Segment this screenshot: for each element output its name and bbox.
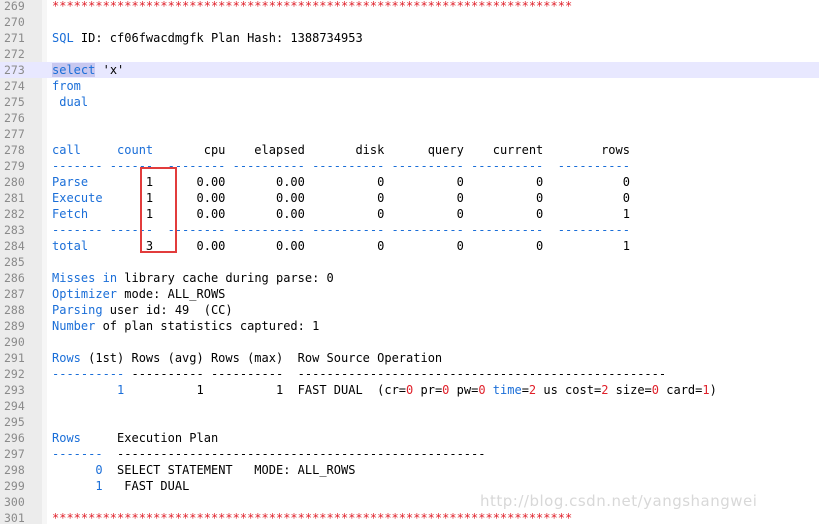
line-number: 289 — [4, 319, 25, 333]
code-line[interactable]: 280 Parse 1 0.00 0.00 0 0 0 0 — [0, 174, 819, 190]
plan-stats-line: Number of plan statistics captured: 1 — [52, 319, 320, 333]
line-number: 283 — [4, 223, 25, 237]
code-line[interactable]: 288 Parsing user id: 49 (CC) — [0, 302, 819, 318]
exec-plan-header: Rows Execution Plan — [52, 431, 219, 445]
separator-line: ****************************************… — [52, 0, 573, 13]
line-number: 270 — [4, 15, 25, 29]
code-line[interactable]: 270 — [0, 14, 819, 30]
exec-plan-row: 1 FAST DUAL — [95, 479, 190, 493]
line-number: 300 — [4, 495, 25, 509]
code-line[interactable]: 286 Misses in library cache during parse… — [0, 270, 819, 286]
code-line[interactable]: 290 — [0, 334, 819, 350]
line-number: 282 — [4, 207, 25, 221]
row-source-header: Rows (1st) Rows (avg) Rows (max) Row Sou… — [52, 351, 443, 365]
line-number: 277 — [4, 127, 25, 141]
line-number: 280 — [4, 175, 25, 189]
line-number: 286 — [4, 271, 25, 285]
code-line[interactable]: 285 — [0, 254, 819, 270]
misses-line: Misses in library cache during parse: 0 — [52, 271, 334, 285]
code-line[interactable]: 278 call count cpu elapsed disk query cu… — [0, 142, 819, 158]
exec-plan-row: 0 SELECT STATEMENT MODE: ALL_ROWS — [95, 463, 356, 477]
code-line[interactable]: 274 from — [0, 78, 819, 94]
code-line[interactable]: 275 dual — [0, 94, 819, 110]
line-number: 281 — [4, 191, 25, 205]
stats-row-total: total 3 0.00 0.00 0 0 0 1 — [52, 239, 630, 253]
code-line[interactable]: 298 0 SELECT STATEMENT MODE: ALL_ROWS — [0, 462, 819, 478]
code-line[interactable]: 293 1 1 1 FAST DUAL (cr=0 pr=0 pw=0 time… — [0, 382, 819, 398]
stats-row-execute: Execute 1 0.00 0.00 0 0 0 0 — [52, 191, 630, 205]
code-line[interactable]: 284 total 3 0.00 0.00 0 0 0 1 — [0, 238, 819, 254]
stats-row-fetch: Fetch 1 0.00 0.00 0 0 0 1 — [52, 207, 630, 221]
optimizer-line: Optimizer mode: ALL_ROWS — [52, 287, 226, 301]
line-number: 279 — [4, 159, 25, 173]
line-number: 276 — [4, 111, 25, 125]
current-line[interactable]: 273 select 'x' — [0, 62, 819, 78]
line-number: 295 — [4, 415, 25, 429]
sql-dual-line: dual — [52, 95, 89, 109]
line-number: 291 — [4, 351, 25, 365]
row-source-row: 1 1 1 FAST DUAL (cr=0 pr=0 pw=0 time=2 u… — [117, 383, 717, 397]
code-line[interactable]: 283 ------- ------ -------- ---------- -… — [0, 222, 819, 238]
code-line[interactable]: 279 ------- ------ -------- ---------- -… — [0, 158, 819, 174]
line-number: 293 — [4, 383, 25, 397]
line-number: 292 — [4, 367, 25, 381]
count-highlight-box — [140, 167, 177, 253]
sql-from-line: from — [52, 79, 81, 93]
sql-id-line: SQL ID: cf06fwacdmgfk Plan Hash: 1388734… — [52, 31, 363, 45]
line-number: 272 — [4, 47, 25, 61]
stats-divider: ------- ------ -------- ---------- -----… — [52, 223, 630, 237]
code-line[interactable]: 276 — [0, 110, 819, 126]
stats-header: call count cpu elapsed disk query curren… — [52, 143, 630, 157]
code-line[interactable]: 282 Fetch 1 0.00 0.00 0 0 0 1 — [0, 206, 819, 222]
line-number: 269 — [4, 0, 25, 13]
code-line[interactable]: 281 Execute 1 0.00 0.00 0 0 0 0 — [0, 190, 819, 206]
watermark-text: http://blog.csdn.net/yangshangwei — [480, 492, 758, 510]
code-line[interactable]: 295 — [0, 414, 819, 430]
line-number: 284 — [4, 239, 25, 253]
stats-row-parse: Parse 1 0.00 0.00 0 0 0 0 — [52, 175, 630, 189]
code-line[interactable]: 289 Number of plan statistics captured: … — [0, 318, 819, 334]
code-line[interactable]: 272 — [0, 46, 819, 62]
line-number: 299 — [4, 479, 25, 493]
text-editor[interactable]: 269 ************************************… — [0, 0, 819, 525]
parsing-user-line: Parsing user id: 49 (CC) — [52, 303, 233, 317]
line-number: 294 — [4, 399, 25, 413]
code-line[interactable]: 292 ---------- ---------- ---------- ---… — [0, 366, 819, 382]
line-number: 297 — [4, 447, 25, 461]
line-number: 298 — [4, 463, 25, 477]
line-number: 273 — [4, 63, 25, 77]
line-number: 287 — [4, 287, 25, 301]
code-line[interactable]: 291 Rows (1st) Rows (avg) Rows (max) Row… — [0, 350, 819, 366]
code-line[interactable]: 294 — [0, 398, 819, 414]
line-number: 278 — [4, 143, 25, 157]
exec-plan-divider: ------- --------------------------------… — [52, 447, 486, 461]
code-line[interactable]: 271 SQL ID: cf06fwacdmgfk Plan Hash: 138… — [0, 30, 819, 46]
stats-divider: ------- ------ -------- ---------- -----… — [52, 159, 630, 173]
code-line[interactable]: 297 ------- ----------------------------… — [0, 446, 819, 462]
line-number: 290 — [4, 335, 25, 349]
code-line[interactable]: 287 Optimizer mode: ALL_ROWS — [0, 286, 819, 302]
code-line[interactable]: 296 Rows Execution Plan — [0, 430, 819, 446]
line-number: 285 — [4, 255, 25, 269]
line-number: 274 — [4, 79, 25, 93]
row-source-divider: ---------- ---------- ---------- -------… — [52, 367, 667, 381]
code-line[interactable]: 269 ************************************… — [0, 0, 819, 14]
sql-id-text: ID: cf06fwacdmgfk Plan Hash: 1388734953 — [73, 31, 363, 45]
sql-select-line: select 'x' — [52, 63, 125, 77]
line-number: 271 — [4, 31, 25, 45]
line-number: 296 — [4, 431, 25, 445]
code-line[interactable]: 277 — [0, 126, 819, 142]
line-number: 288 — [4, 303, 25, 317]
line-number: 275 — [4, 95, 25, 109]
